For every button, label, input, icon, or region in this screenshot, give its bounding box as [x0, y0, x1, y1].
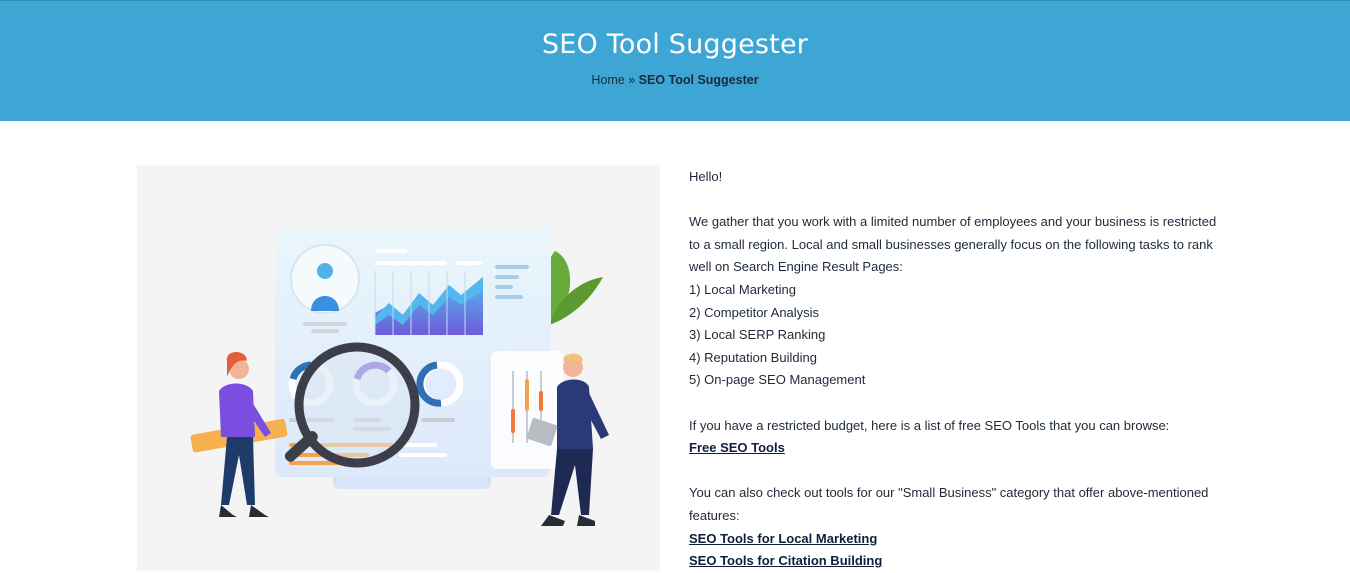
list-item: 4) Reputation Building	[689, 349, 817, 365]
free-seo-tools-link[interactable]: Free SEO Tools	[689, 440, 785, 455]
intro-paragraph: We gather that you work with a limited n…	[689, 214, 1217, 275]
page-title: SEO Tool Suggester	[541, 29, 809, 60]
seo-analytics-illustration	[137, 165, 660, 571]
budget-text: If you have a restricted budget, here is…	[689, 417, 1170, 433]
greeting-text: Hello!	[689, 169, 723, 184]
list-item: 2) Competitor Analysis	[689, 304, 820, 320]
breadcrumb: Home » SEO Tool Suggester	[0, 73, 1350, 87]
breadcrumb-current: SEO Tool Suggester	[638, 73, 759, 87]
breadcrumb-home-link[interactable]: Home	[591, 73, 624, 87]
breadcrumb-separator: »	[624, 73, 639, 87]
citation-building-tools-link[interactable]: SEO Tools for Citation Building	[689, 553, 882, 568]
local-marketing-tools-link[interactable]: SEO Tools for Local Marketing	[689, 531, 877, 546]
page-header: SEO Tool Suggester Home » SEO Tool Sugge…	[0, 0, 1350, 121]
list-item: 3) Local SERP Ranking	[689, 327, 826, 343]
main-content: Hello! We gather that you work with a li…	[689, 166, 1219, 573]
category-text: You can also check out tools for our "Sm…	[689, 485, 1209, 523]
list-item: 1) Local Marketing	[689, 281, 796, 297]
task-list: 1) Local Marketing 2) Competitor Analysi…	[689, 279, 1219, 392]
list-item: 5) On-page SEO Management	[689, 372, 866, 388]
